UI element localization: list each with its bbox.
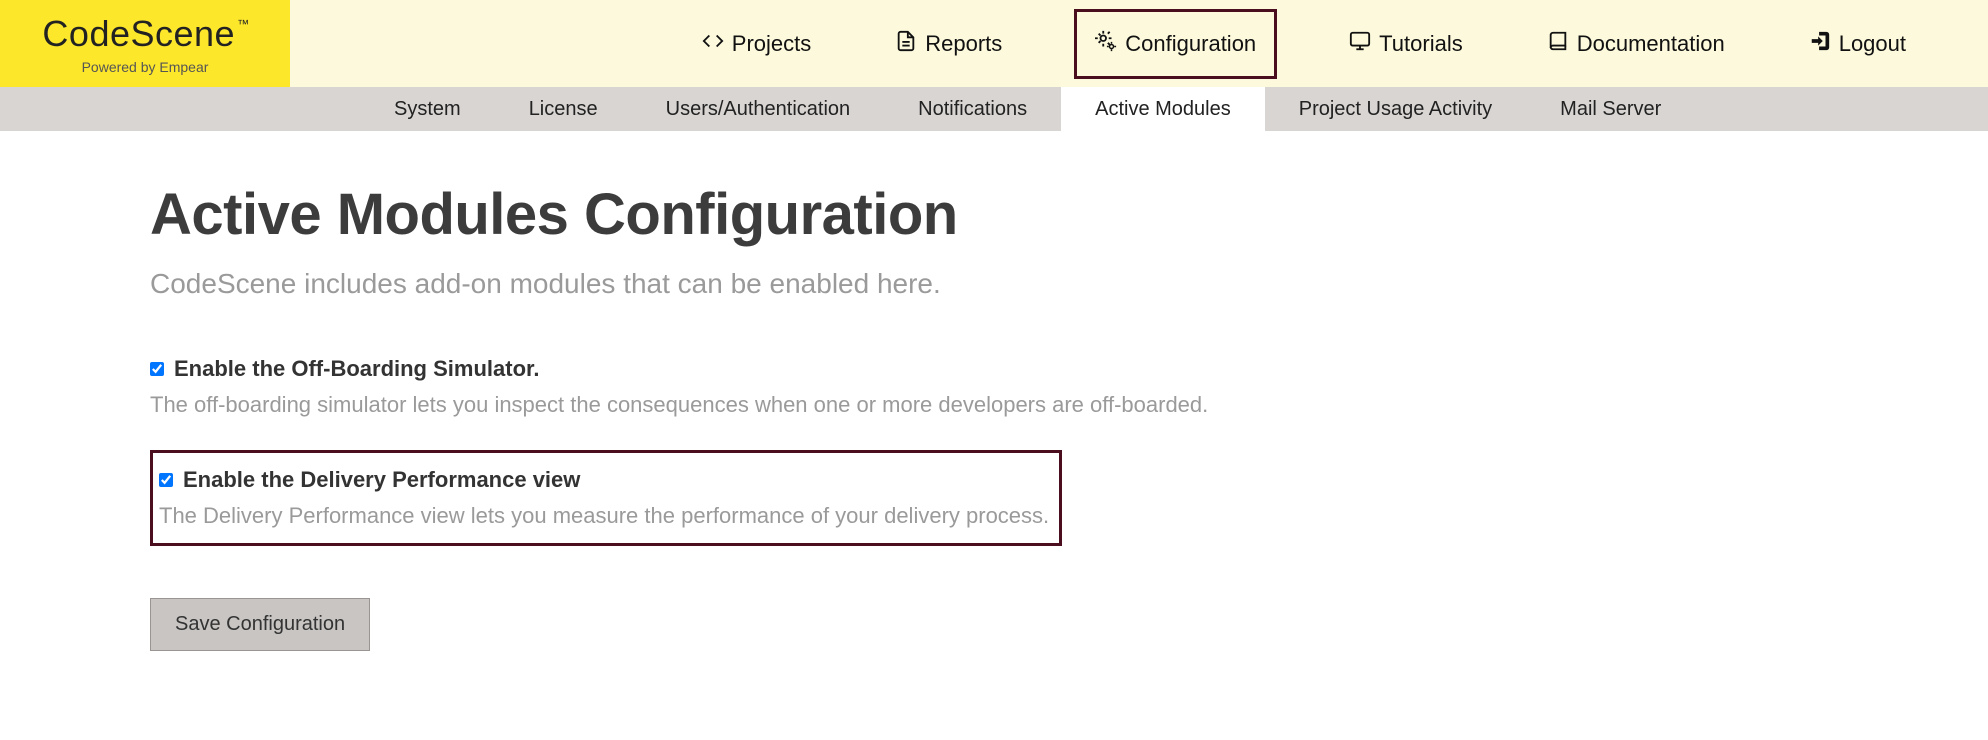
delivery-label: Enable the Delivery Performance view [183, 467, 580, 493]
offboarding-checkbox[interactable] [150, 362, 164, 376]
monitor-icon [1349, 30, 1371, 58]
content: Active Modules Configuration CodeScene i… [0, 131, 1400, 651]
nav-reports[interactable]: Reports [883, 22, 1014, 66]
nav-label: Tutorials [1379, 31, 1463, 57]
nav-documentation[interactable]: Documentation [1535, 22, 1737, 66]
brand-logo[interactable]: CodeScene™ Powered by Empear [0, 0, 290, 87]
nav-label: Reports [925, 31, 1002, 57]
offboarding-label: Enable the Off-Boarding Simulator. [174, 356, 539, 382]
nav-label: Configuration [1125, 31, 1256, 57]
delivery-checkbox[interactable] [159, 473, 173, 487]
sub-nav: System License Users/Authentication Noti… [0, 87, 1988, 131]
delivery-desc: The Delivery Performance view lets you m… [159, 503, 1049, 529]
nav-label: Documentation [1577, 31, 1725, 57]
nav-configuration[interactable]: Configuration [1074, 9, 1277, 79]
logout-icon [1809, 30, 1831, 58]
nav-logout[interactable]: Logout [1797, 22, 1918, 66]
document-icon [895, 30, 917, 58]
subnav-license[interactable]: License [495, 87, 632, 131]
save-button[interactable]: Save Configuration [150, 598, 370, 651]
subnav-active-modules[interactable]: Active Modules [1061, 87, 1265, 131]
subnav-notifications[interactable]: Notifications [884, 87, 1061, 131]
main-nav: Projects Reports Configuration Tutorials… [290, 0, 1988, 87]
nav-projects[interactable]: Projects [690, 22, 823, 66]
nav-tutorials[interactable]: Tutorials [1337, 22, 1475, 66]
code-icon [702, 30, 724, 58]
brand-name: CodeScene™ [42, 13, 247, 55]
book-icon [1547, 30, 1569, 58]
offboarding-desc: The off-boarding simulator lets you insp… [150, 392, 1400, 418]
brand-tagline: Powered by Empear [82, 59, 209, 75]
subnav-system[interactable]: System [360, 87, 495, 131]
nav-label: Projects [732, 31, 811, 57]
module-offboarding: Enable the Off-Boarding Simulator. The o… [150, 348, 1400, 426]
nav-label: Logout [1839, 31, 1906, 57]
subnav-mail-server[interactable]: Mail Server [1526, 87, 1695, 131]
page-subtitle: CodeScene includes add-on modules that c… [150, 268, 1400, 300]
gears-icon [1095, 30, 1117, 58]
topbar: CodeScene™ Powered by Empear Projects Re… [0, 0, 1988, 87]
subnav-users-auth[interactable]: Users/Authentication [632, 87, 885, 131]
page-title: Active Modules Configuration [150, 181, 1400, 248]
module-delivery: Enable the Delivery Performance view The… [150, 450, 1062, 546]
subnav-project-usage[interactable]: Project Usage Activity [1265, 87, 1526, 131]
